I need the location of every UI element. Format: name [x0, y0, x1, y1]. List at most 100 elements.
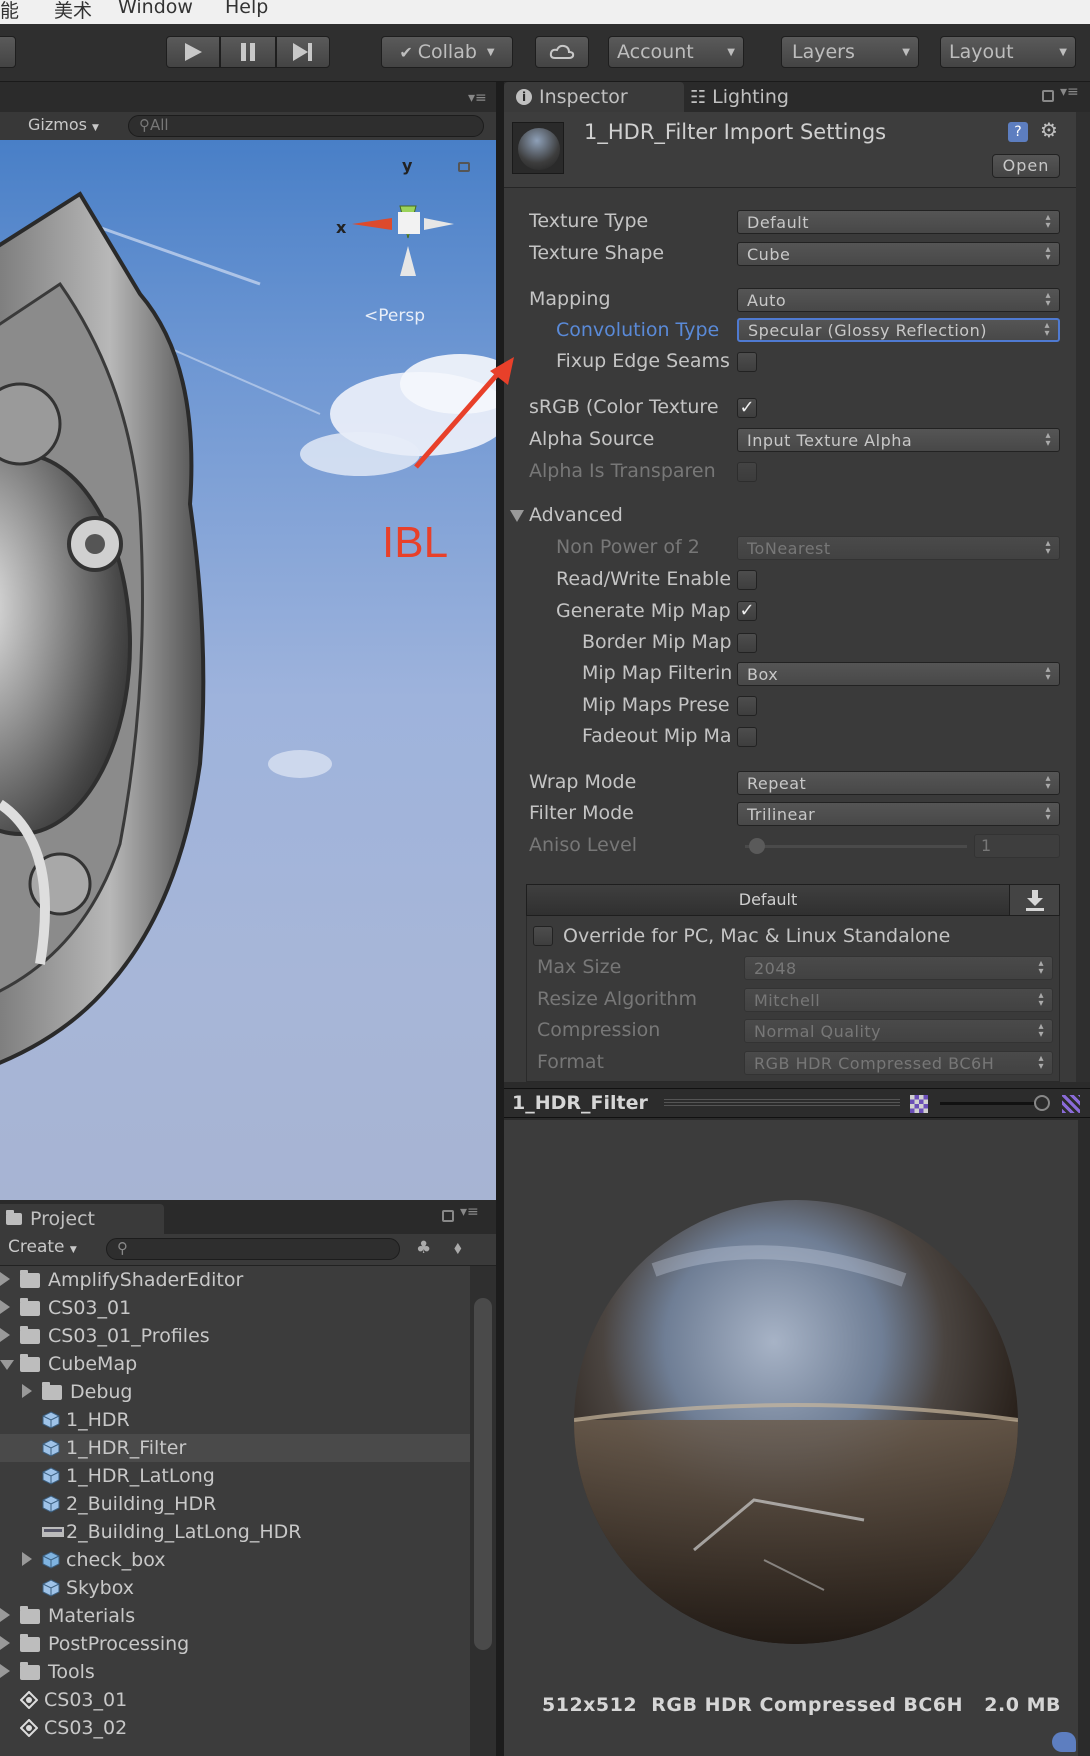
project-item[interactable]: CS03_01	[0, 1294, 470, 1322]
override-checkbox[interactable]	[533, 926, 553, 946]
scene-search-input[interactable]: ⚲All	[128, 115, 484, 137]
step-button[interactable]	[276, 36, 330, 68]
project-item[interactable]: Materials	[0, 1602, 470, 1630]
project-item[interactable]: CS03_01	[0, 1686, 470, 1714]
mip-preserve-checkbox[interactable]	[737, 696, 757, 716]
alpha-transparency-checkbox[interactable]	[737, 462, 757, 482]
help-icon[interactable]: ?	[1008, 122, 1028, 142]
wrap-mode-dropdown[interactable]: Repeat ▴ ▾	[737, 771, 1060, 795]
collapsed-arrow-icon[interactable]	[0, 1272, 10, 1286]
convolution-type-dropdown[interactable]: Specular (Glossy Reflection) ▴ ▾	[737, 318, 1060, 342]
tab-platform-default[interactable]: Default	[527, 885, 1009, 915]
account-dropdown[interactable]: Account ▼	[608, 36, 744, 68]
project-item[interactable]: CS03_02	[0, 1714, 470, 1742]
project-item[interactable]: 1_HDR_Filter	[0, 1434, 470, 1462]
collapsed-arrow-icon[interactable]	[22, 1384, 32, 1398]
expand-toggle[interactable]	[0, 1325, 20, 1347]
border-mip-checkbox[interactable]	[737, 633, 757, 653]
collapsed-arrow-icon[interactable]	[0, 1328, 10, 1342]
panel-menu-icon[interactable]: ▾≡	[1060, 84, 1079, 100]
expand-toggle[interactable]	[0, 1605, 20, 1627]
tag-icon[interactable]	[1052, 1732, 1076, 1752]
srgb-checkbox[interactable]: ✓	[737, 398, 757, 418]
project-item[interactable]: PostProcessing	[0, 1630, 470, 1658]
resize-dropdown[interactable]: Mitchell ▴ ▾	[744, 988, 1053, 1012]
aniso-slider-thumb[interactable]	[749, 838, 765, 854]
panel-menu-icon[interactable]: ▾≡	[460, 1204, 479, 1220]
expand-toggle[interactable]	[0, 1297, 20, 1319]
non-power-dropdown[interactable]: ToNearest ▴ ▾	[737, 536, 1060, 560]
alpha-source-dropdown[interactable]: Input Texture Alpha ▴ ▾	[737, 428, 1060, 452]
lock-icon[interactable]	[442, 1210, 454, 1222]
collapsed-arrow-icon[interactable]	[22, 1552, 32, 1566]
tab-inspector[interactable]: i Inspector	[504, 82, 684, 112]
inspector-scrollbar[interactable]	[1076, 112, 1090, 1082]
project-item[interactable]: 1_HDR_LatLong	[0, 1462, 470, 1490]
persp-label[interactable]: <Persp	[364, 306, 425, 326]
advanced-foldout[interactable]: Advanced	[529, 504, 729, 526]
fixup-edge-checkbox[interactable]	[737, 352, 757, 372]
scene-view[interactable]: x y <Persp IBL	[0, 84, 496, 1200]
lock-icon[interactable]	[458, 162, 470, 172]
download-button[interactable]	[1009, 885, 1059, 915]
filter-mode-dropdown[interactable]: Trilinear ▴ ▾	[737, 802, 1060, 826]
project-item[interactable]: AmplifyShaderEditor	[0, 1266, 470, 1294]
project-item[interactable]: Debug	[0, 1378, 470, 1406]
collab-button[interactable]: ✔ Collab ▼	[381, 36, 513, 68]
expand-toggle[interactable]	[0, 1661, 20, 1683]
max-size-dropdown[interactable]: 2048 ▴ ▾	[744, 956, 1053, 980]
layout-dropdown[interactable]: Layout ▼	[940, 36, 1076, 68]
mip-filter-dropdown[interactable]: Box ▴ ▾	[737, 662, 1060, 686]
alpha-toggle-icon[interactable]	[1062, 1095, 1080, 1113]
expanded-arrow-icon[interactable]	[0, 1360, 14, 1370]
filter-by-label-icon[interactable]: ⬧	[454, 1238, 462, 1258]
expand-toggle[interactable]	[0, 1353, 20, 1375]
compression-dropdown[interactable]: Normal Quality ▴ ▾	[744, 1019, 1053, 1043]
aniso-slider-track[interactable]	[745, 845, 967, 848]
project-item[interactable]: 1_HDR	[0, 1406, 470, 1434]
filter-by-type-icon[interactable]: ♣	[416, 1238, 431, 1258]
cloud-button[interactable]	[535, 36, 589, 68]
format-dropdown[interactable]: RGB HDR Compressed BC6H ▴ ▾	[744, 1051, 1053, 1075]
project-item[interactable]: 2_Building_HDR	[0, 1490, 470, 1518]
aniso-level-field[interactable]: 1	[974, 834, 1060, 858]
generate-mip-checkbox[interactable]: ✓	[737, 601, 757, 621]
project-item[interactable]: CS03_01_Profiles	[0, 1322, 470, 1350]
tool-button-partial[interactable]	[0, 36, 16, 68]
project-item[interactable]: Skybox	[0, 1574, 470, 1602]
expand-toggle[interactable]	[22, 1381, 42, 1403]
preview-drag-bar[interactable]	[664, 1099, 900, 1107]
pause-button[interactable]	[220, 36, 276, 68]
read-write-checkbox[interactable]	[737, 570, 757, 590]
play-button[interactable]	[166, 36, 220, 68]
texture-shape-dropdown[interactable]: Cube ▴ ▾	[737, 242, 1060, 266]
collapsed-arrow-icon[interactable]	[0, 1664, 10, 1678]
panel-divider[interactable]	[496, 82, 504, 1756]
expand-toggle[interactable]	[22, 1549, 42, 1571]
layers-dropdown[interactable]: Layers ▼	[781, 36, 919, 68]
collapse-triangle-icon[interactable]	[510, 510, 524, 522]
tab-lighting[interactable]: ☷ Lighting	[690, 82, 789, 112]
texture-type-dropdown[interactable]: Default ▴ ▾	[737, 210, 1060, 234]
collapsed-arrow-icon[interactable]	[0, 1636, 10, 1650]
project-item[interactable]: Tools	[0, 1658, 470, 1686]
checker-icon[interactable]	[910, 1095, 928, 1113]
collapsed-arrow-icon[interactable]	[0, 1608, 10, 1622]
expand-toggle[interactable]	[0, 1633, 20, 1655]
fadeout-mip-checkbox[interactable]	[737, 727, 757, 747]
project-item[interactable]: CubeMap	[0, 1350, 470, 1378]
panel-menu-icon[interactable]: ▾≡	[468, 90, 487, 106]
lock-icon[interactable]	[1042, 90, 1054, 102]
expand-toggle[interactable]	[0, 1269, 20, 1291]
mapping-dropdown[interactable]: Auto ▴ ▾	[737, 288, 1060, 312]
collapsed-arrow-icon[interactable]	[0, 1300, 10, 1314]
tab-project[interactable]: Project	[0, 1204, 164, 1234]
mip-slider-thumb[interactable]	[1034, 1095, 1050, 1111]
project-item[interactable]: 2_Building_LatLong_HDR	[0, 1518, 470, 1546]
menu-item-art[interactable]: 美术	[54, 0, 92, 23]
gear-icon[interactable]: ⚙	[1040, 118, 1058, 142]
menu-item-window[interactable]: Window	[118, 0, 193, 18]
project-item[interactable]: check_box	[0, 1546, 470, 1574]
open-button[interactable]: Open	[992, 154, 1060, 178]
cubemap-preview-sphere[interactable]	[504, 1120, 1078, 1756]
